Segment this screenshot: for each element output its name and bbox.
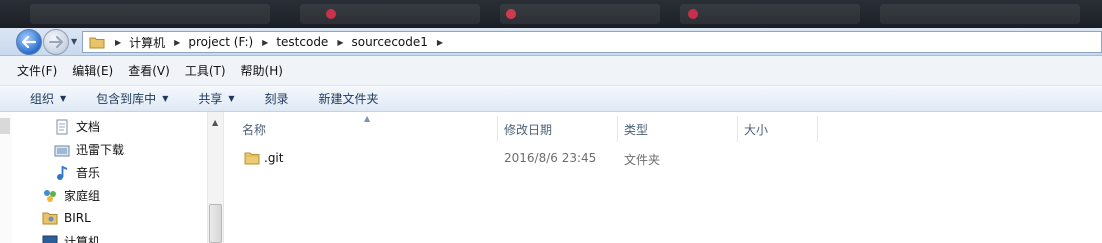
nav-item-label: 音乐	[76, 166, 101, 180]
breadcrumb-label: testcode	[276, 35, 329, 49]
column-header-label: 修改日期	[504, 122, 553, 137]
nav-item-birl[interactable]: BIRL	[42, 210, 91, 226]
pane-edge	[0, 112, 12, 243]
column-header-label: 名称	[242, 122, 267, 137]
nav-item-label: 计算机	[64, 235, 101, 243]
scrollbar-thumb[interactable]	[209, 204, 222, 243]
music-icon	[54, 165, 70, 181]
folder-icon	[244, 151, 260, 165]
back-button[interactable]	[16, 29, 42, 55]
chevron-down-icon: ▼	[60, 94, 67, 103]
column-header-type[interactable]: 类型	[624, 116, 736, 142]
app-icon	[506, 9, 516, 19]
column-header-name[interactable]: 名称	[242, 116, 496, 142]
file-list: ▲ 名称 修改日期 类型 大小 .git 2016/8/6 23:45 文件夹	[224, 112, 1102, 243]
include-in-library-label: 包含到库中	[96, 92, 157, 106]
chevron-right-icon: ▶	[115, 37, 122, 47]
burn-label: 刻录	[264, 92, 289, 106]
burn-button[interactable]: 刻录	[265, 90, 289, 107]
download-folder-icon	[54, 142, 70, 158]
share-button[interactable]: 共享 ▼	[198, 90, 234, 107]
scroll-up-icon[interactable]: ▲	[212, 118, 218, 127]
navigation-pane: 文档 迅雷下载 音乐 家庭组 BIRL 计算机	[0, 112, 224, 243]
menu-view[interactable]: 查看(V)	[125, 60, 173, 81]
taskbar-strip	[0, 0, 1102, 28]
file-date-cell: 2016/8/6 23:45	[504, 151, 597, 165]
menu-tools[interactable]: 工具(T)	[182, 60, 229, 81]
file-name: .git	[264, 151, 284, 165]
menu-edit[interactable]: 编辑(E)	[69, 60, 116, 81]
nav-item-label: BIRL	[64, 211, 91, 225]
column-header-size[interactable]: 大小	[744, 116, 816, 142]
chevron-right-icon: ▶	[436, 37, 444, 47]
new-folder-label: 新建文件夹	[318, 92, 379, 106]
organize-button[interactable]: 组织 ▼	[30, 90, 66, 107]
app-icon	[326, 9, 336, 19]
nav-item-homegroup[interactable]: 家庭组	[42, 187, 100, 204]
recent-pages-dropdown[interactable]: ▼	[71, 37, 77, 46]
nav-item-xunlei-downloads[interactable]: 迅雷下载	[54, 141, 124, 158]
chevron-right-icon: ▶	[337, 37, 344, 47]
column-divider[interactable]	[737, 116, 738, 142]
new-folder-button[interactable]: 新建文件夹	[319, 90, 379, 107]
chevron-right-icon: ▶	[262, 37, 269, 47]
pane-edge-mark	[0, 118, 10, 134]
menu-help[interactable]: 帮助(H)	[238, 60, 286, 81]
breadcrumb-item[interactable]: sourcecode1 ▶	[351, 35, 451, 49]
user-folder-icon	[42, 210, 58, 226]
nav-item-computer[interactable]: 计算机	[42, 233, 100, 243]
nav-item-label: 文档	[76, 120, 101, 134]
menu-file[interactable]: 文件(F)	[14, 60, 60, 81]
command-bar: 组织 ▼ 包含到库中 ▼ 共享 ▼ 刻录 新建文件夹	[0, 86, 1102, 112]
column-divider[interactable]	[497, 116, 498, 142]
menu-bar: 文件(F) 编辑(E) 查看(V) 工具(T) 帮助(H)	[0, 56, 1102, 86]
back-arrow-icon	[22, 36, 36, 48]
taskbar-item[interactable]	[680, 4, 860, 24]
breadcrumb-label: sourcecode1	[351, 35, 428, 49]
taskbar-item[interactable]	[880, 4, 1080, 24]
breadcrumb-label: project (F:)	[188, 35, 254, 49]
column-header-label: 大小	[744, 122, 769, 137]
column-header-label: 类型	[624, 122, 649, 137]
organize-label: 组织	[30, 92, 55, 106]
nav-item-documents[interactable]: 文档	[54, 118, 100, 135]
document-icon	[54, 119, 70, 135]
taskbar-item[interactable]	[30, 4, 270, 24]
taskbar-item[interactable]	[500, 4, 660, 24]
computer-icon	[42, 234, 58, 243]
homegroup-icon	[42, 188, 58, 204]
chevron-down-icon: ▼	[228, 94, 235, 103]
column-divider[interactable]	[617, 116, 618, 142]
share-label: 共享	[198, 92, 223, 106]
column-header-date[interactable]: 修改日期	[504, 116, 616, 142]
breadcrumb-item[interactable]: testcode ▶	[276, 35, 351, 49]
chevron-down-icon: ▼	[162, 94, 169, 103]
folder-icon	[89, 36, 105, 49]
file-name-cell[interactable]: .git	[244, 151, 283, 165]
forward-button[interactable]	[43, 29, 69, 55]
address-row: ▼ ▶ 计算机 ▶ project (F:) ▶ testcode ▶ sour…	[0, 28, 1102, 56]
column-divider[interactable]	[817, 116, 818, 142]
address-bar[interactable]: ▶ 计算机 ▶ project (F:) ▶ testcode ▶ source…	[82, 31, 1102, 53]
forward-arrow-icon	[49, 36, 63, 48]
app-icon	[688, 9, 698, 19]
nav-item-music[interactable]: 音乐	[54, 164, 100, 181]
file-type-cell: 文件夹	[624, 153, 661, 167]
breadcrumb-separator[interactable]: ▶	[113, 38, 129, 47]
include-in-library-button[interactable]: 包含到库中 ▼	[96, 90, 168, 107]
chevron-right-icon: ▶	[174, 37, 181, 47]
nav-item-label: 迅雷下载	[76, 143, 125, 157]
breadcrumb-item[interactable]: project (F:) ▶	[188, 35, 276, 49]
file-row[interactable]: .git 2016/8/6 23:45 文件夹	[224, 146, 1102, 170]
breadcrumb-label: 计算机	[129, 35, 166, 50]
nav-item-label: 家庭组	[64, 189, 101, 203]
nav-pane-scrollbar[interactable]: ▲	[207, 112, 223, 243]
breadcrumb-item[interactable]: 计算机 ▶	[129, 34, 188, 51]
